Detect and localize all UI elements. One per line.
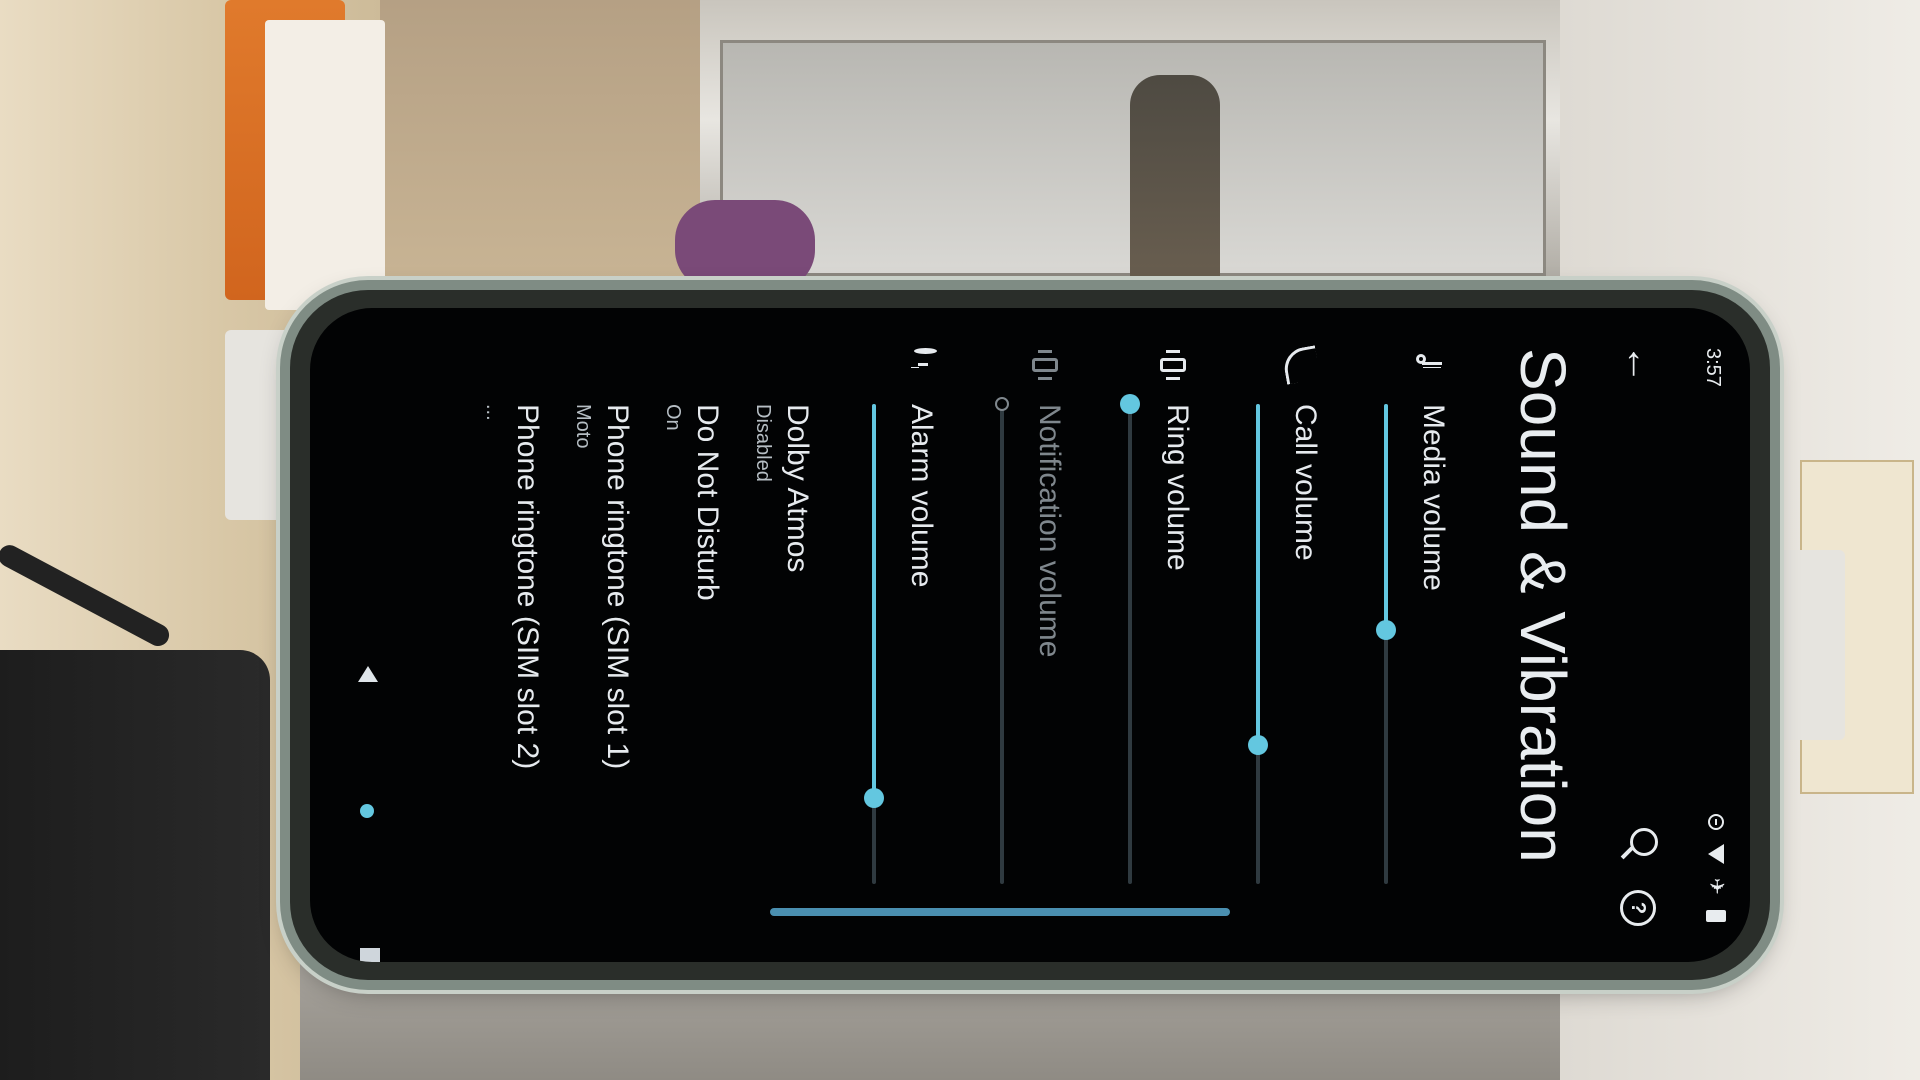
search-icon[interactable] xyxy=(1612,814,1668,870)
airplane-icon: ✈ xyxy=(1705,878,1727,895)
ring-volume-slider[interactable] xyxy=(1120,394,1140,884)
media-volume-label: Media volume xyxy=(1417,404,1450,591)
stop-marker xyxy=(360,948,380,962)
notification-volume-slider xyxy=(995,397,1009,884)
alarm-volume-row: Alarm volume xyxy=(820,308,948,962)
call-volume-row: Call volume xyxy=(1204,308,1332,962)
media-volume-thumb[interactable] xyxy=(1376,619,1396,640)
media-volume-row: Media volume xyxy=(1332,308,1460,962)
media-volume-slider[interactable] xyxy=(1376,404,1396,884)
paper-sheet xyxy=(265,20,385,310)
call-volume-thumb[interactable] xyxy=(1248,734,1268,755)
status-bar: 3:57 ✈ xyxy=(1680,308,1750,962)
notification-volume-thumb xyxy=(995,397,1009,411)
ringtone-sim2-title: Phone ringtone (SIM slot 2) xyxy=(511,404,544,770)
settings-screen: 3:57 ✈ ← ? Sound & Vibration Media volum… xyxy=(310,308,1750,962)
touch-point-marker xyxy=(360,804,374,818)
status-icons: ✈ xyxy=(1705,814,1727,922)
dolby-atmos-status: Disabled xyxy=(752,404,774,482)
do-not-disturb-status: On xyxy=(662,404,684,431)
alarm-volume-slider[interactable] xyxy=(864,404,884,884)
phone-icon xyxy=(1281,345,1321,385)
top-app-bar: ← ? xyxy=(1606,308,1676,962)
ringtone-sim1-value: Moto xyxy=(572,404,594,449)
purple-object xyxy=(675,200,815,290)
phone-screen: 3:57 ✈ ← ? Sound & Vibration Media volum… xyxy=(310,308,1750,962)
arrow-back-icon[interactable]: ← xyxy=(1612,336,1668,392)
settings-list: Media volume Call volume Ring volume Not… xyxy=(460,308,1460,962)
notification-volume-label: Notification volume xyxy=(1033,404,1066,658)
call-volume-label: Call volume xyxy=(1289,404,1322,561)
ringtone-sim1-title: Phone ringtone (SIM slot 1) xyxy=(601,404,634,770)
phone-holder-clamp xyxy=(225,330,295,520)
background-shelf xyxy=(380,0,710,300)
phone-device: 3:57 ✈ ← ? Sound & Vibration Media volum… xyxy=(290,290,1770,980)
do-not-disturb-item[interactable]: Do Not Disturb On xyxy=(640,308,730,962)
alarm-icon xyxy=(914,348,937,354)
alarm-volume-label: Alarm volume xyxy=(905,404,938,588)
dark-foam-block xyxy=(0,650,270,1080)
ringtone-sim2-item[interactable]: Phone ringtone (SIM slot 2) ... xyxy=(460,308,550,962)
help-icon[interactable]: ? xyxy=(1612,878,1668,934)
alarm-volume-thumb[interactable] xyxy=(864,787,884,808)
ring-volume-label: Ring volume xyxy=(1161,404,1194,571)
dolby-atmos-item[interactable]: Dolby Atmos Disabled xyxy=(730,308,820,962)
ring-volume-row: Ring volume xyxy=(1076,308,1204,962)
ringtone-sim2-value: ... xyxy=(482,404,504,421)
notification-volume-row: Notification volume xyxy=(948,308,1076,962)
ringtone-sim1-item[interactable]: Phone ringtone (SIM slot 1) Moto xyxy=(550,308,640,962)
do-not-disturb-icon xyxy=(1708,814,1724,830)
status-time: 3:57 xyxy=(1702,348,1724,387)
gesture-nav-bar[interactable] xyxy=(770,908,1230,916)
do-not-disturb-title: Do Not Disturb xyxy=(691,404,724,601)
figurine xyxy=(1130,75,1220,290)
phone-holder-clamp xyxy=(1775,550,1845,740)
page-title: Sound & Vibration xyxy=(1507,348,1579,863)
call-volume-slider[interactable] xyxy=(1248,404,1268,884)
battery-icon xyxy=(1706,910,1726,922)
pointer-marker xyxy=(358,666,378,682)
dolby-atmos-title: Dolby Atmos xyxy=(781,404,814,573)
wifi-icon xyxy=(1708,844,1724,864)
ring-volume-thumb[interactable] xyxy=(1120,394,1140,414)
